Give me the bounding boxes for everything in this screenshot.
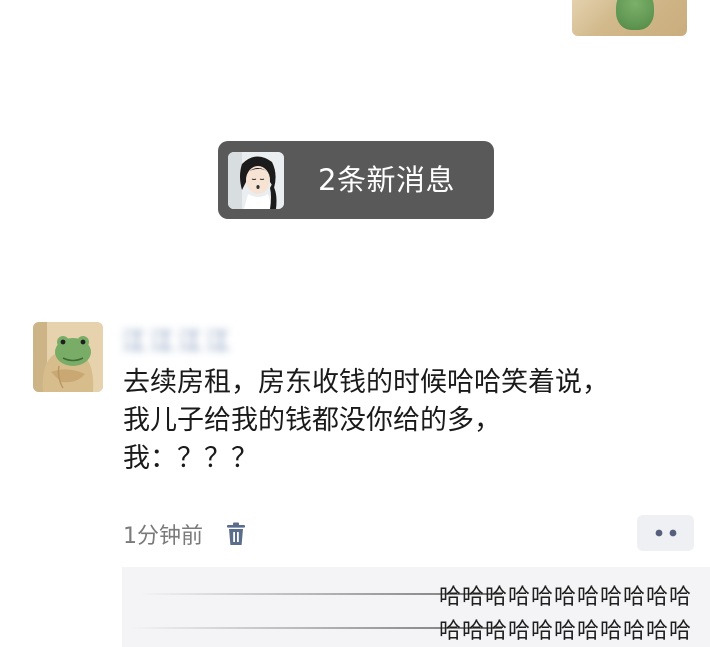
message-line: 去续房租，房东收钱的时候哈哈笑着说， [123,367,609,398]
message-line: 我儿子给我的钱都没你给的多， [123,405,501,436]
comment-line: 哈哈哈哈哈哈哈哈哈哈哈 [438,619,692,644]
sender-name[interactable]: 江江江江 [122,324,234,358]
sender-preview-avatar [228,152,284,209]
sender-avatar[interactable] [33,322,103,392]
message-line: 我：？？？ [123,443,258,474]
more-options-button[interactable] [637,515,694,551]
new-messages-label: 2条新消息 [318,163,455,197]
message-timestamp: 1分钟前 [123,524,203,549]
comment-line: 哈哈哈哈哈哈哈哈哈哈哈 [438,585,692,610]
message-body: 去续房租，房东收钱的时候哈哈笑着说， 我儿子给我的钱都没你给的多， 我：？？？ [123,364,693,478]
frog-figure [616,0,654,30]
frog-avatar-icon [33,322,103,392]
new-messages-pill[interactable]: 2条新消息 [218,141,494,219]
more-dots-icon [655,529,676,537]
message-meta: 1分钟前 [123,516,247,552]
comment-box: 哈哈哈哈哈哈哈哈哈哈哈 哈哈哈哈哈哈哈哈哈哈哈 [122,567,710,647]
own-avatar[interactable] [572,0,687,36]
girl-portrait-icon [228,152,284,209]
trash-icon[interactable] [225,522,247,546]
